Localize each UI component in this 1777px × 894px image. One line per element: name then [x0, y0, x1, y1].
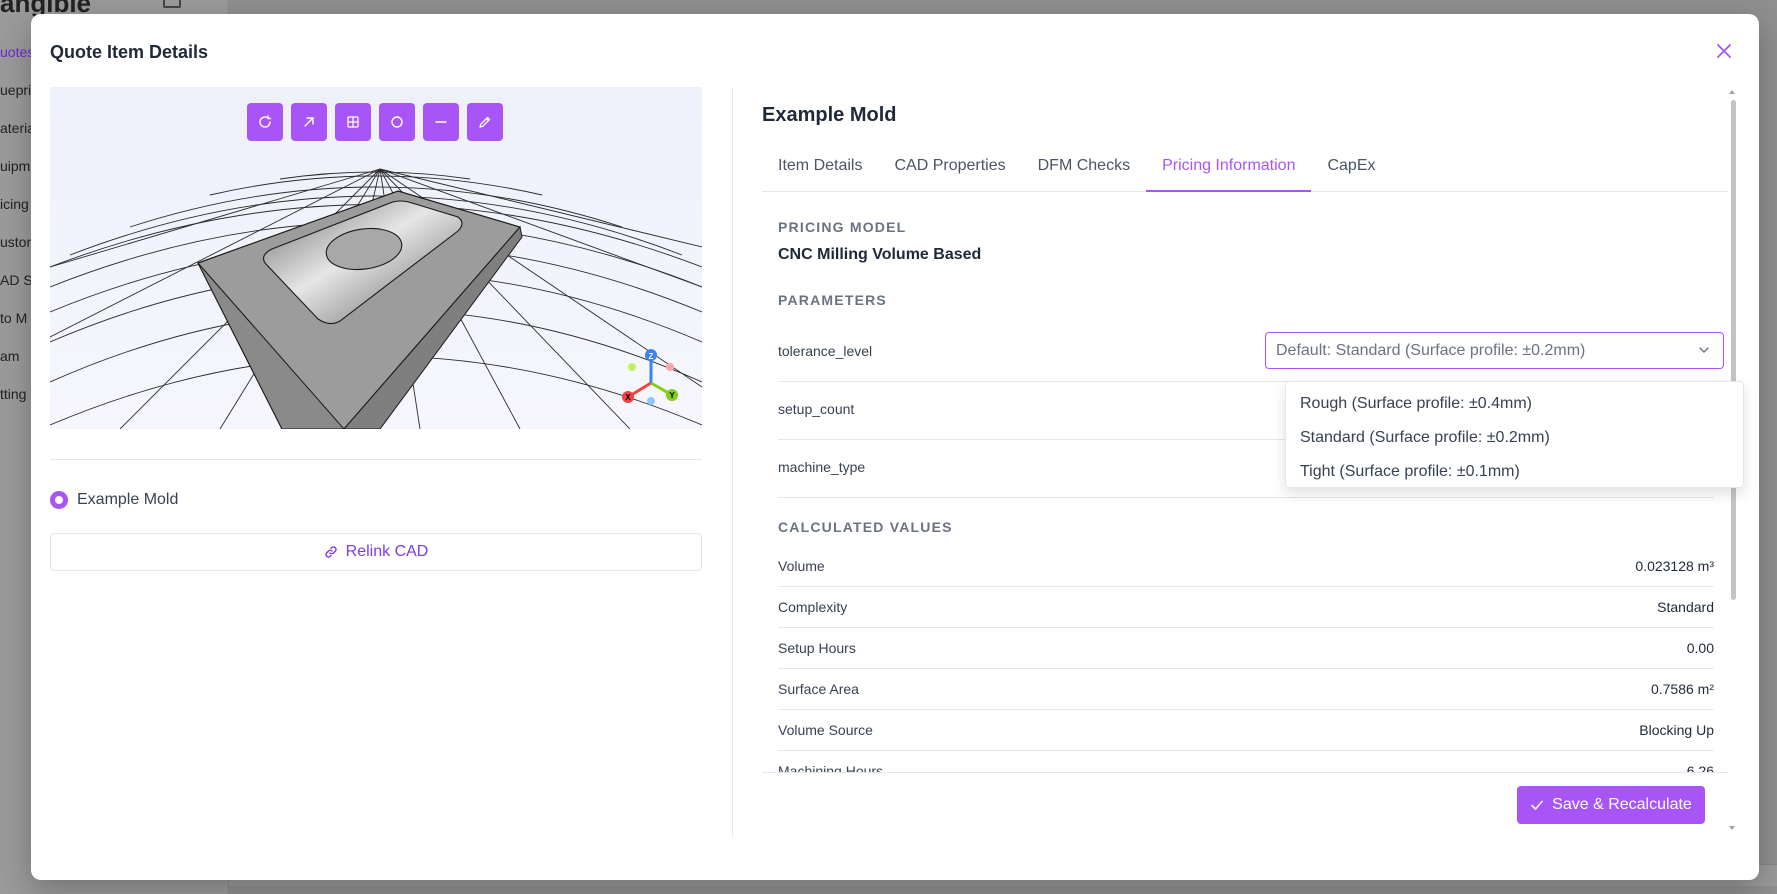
axis-label-x: X	[625, 393, 631, 402]
tolerance-dropdown-menu: Rough (Surface profile: ±0.4mm) Standard…	[1285, 381, 1744, 488]
tab-dfm-checks[interactable]: DFM Checks	[1022, 151, 1146, 192]
pricing-model-value: CNC Milling Volume Based	[778, 246, 982, 263]
param-row-tolerance-level: tolerance_level Default: Standard (Surfa…	[778, 324, 1724, 382]
grid-icon[interactable]	[335, 103, 371, 141]
minus-icon[interactable]	[423, 103, 459, 141]
cad-viewer[interactable]: Z X Y	[50, 87, 702, 429]
save-recalculate-button[interactable]: Save & Recalculate	[1517, 786, 1705, 824]
chevron-down-icon	[1699, 347, 1709, 353]
relink-cad-button[interactable]: Relink CAD	[50, 533, 702, 571]
viewer-divider	[50, 459, 702, 460]
calc-value: Blocking Up	[1639, 722, 1714, 738]
axis-label-y: Y	[669, 391, 675, 400]
sidebar-toggle-icon	[163, 0, 181, 8]
calc-name: Complexity	[778, 599, 848, 615]
calc-value: 0.00	[1686, 640, 1714, 656]
param-name: machine_type	[778, 459, 866, 475]
link-icon	[324, 546, 337, 558]
tab-capex[interactable]: CapEx	[1311, 151, 1391, 192]
calc-name: Setup Hours	[778, 640, 856, 656]
calc-row: Setup Hours 0.00	[778, 628, 1714, 669]
axis-label-z: Z	[649, 352, 654, 361]
scroll-up-icon[interactable]	[1729, 90, 1735, 94]
calc-name: Surface Area	[778, 681, 859, 697]
check-icon	[1531, 800, 1543, 810]
pane-divider	[732, 87, 733, 837]
parameters-heading: PARAMETERS	[778, 292, 887, 308]
scrollbar-thumb[interactable]	[1731, 100, 1736, 600]
calc-value: 0.023128 m³	[1635, 558, 1714, 574]
pencil-icon[interactable]	[467, 103, 503, 141]
calc-name: Volume	[778, 558, 825, 574]
param-name: setup_count	[778, 401, 855, 417]
relink-cad-label: Relink CAD	[345, 543, 429, 560]
save-recalculate-label: Save & Recalculate	[1552, 796, 1692, 813]
dropdown-option-rough[interactable]: Rough (Surface profile: ±0.4mm)	[1286, 388, 1743, 422]
part-label: Example Mold	[77, 491, 179, 508]
tab-cad-properties[interactable]: CAD Properties	[878, 151, 1021, 192]
tab-pricing-information[interactable]: Pricing Information	[1146, 151, 1312, 192]
calc-value: Standard	[1657, 599, 1714, 615]
circle-icon[interactable]	[379, 103, 415, 141]
calc-row: Volume 0.023128 m³	[778, 546, 1714, 587]
rotate-icon[interactable]	[247, 103, 283, 141]
tab-bar: Item Details CAD Properties DFM Checks P…	[762, 151, 1728, 192]
dropdown-option-standard[interactable]: Standard (Surface profile: ±0.2mm)	[1286, 422, 1743, 456]
quote-item-modal: Quote Item Details Z X Y Example Mold Re…	[31, 14, 1759, 880]
part-radio-option[interactable]: Example Mold	[50, 491, 178, 509]
calc-value: 0.7586 m²	[1650, 681, 1714, 697]
item-title: Example Mold	[762, 104, 897, 126]
tolerance-level-select[interactable]: Default: Standard (Surface profile: ±0.2…	[1265, 332, 1724, 369]
scroll-down-icon[interactable]	[1729, 826, 1735, 830]
arrow-up-right-icon[interactable]	[291, 103, 327, 141]
tab-item-details[interactable]: Item Details	[762, 151, 878, 192]
pricing-model-heading: PRICING MODEL	[778, 219, 907, 235]
dropdown-option-tight[interactable]: Tight (Surface profile: ±0.1mm)	[1286, 456, 1743, 490]
modal-title: Quote Item Details	[50, 42, 209, 62]
close-icon[interactable]	[1713, 40, 1735, 62]
calc-name: Volume Source	[778, 722, 873, 738]
axis-gizmo: Z X Y	[622, 349, 678, 405]
viewer-toolbar	[247, 103, 503, 141]
select-value: Default: Standard (Surface profile: ±0.2…	[1276, 342, 1586, 359]
radio-selected[interactable]	[50, 491, 68, 509]
calculated-values-heading: CALCULATED VALUES	[778, 519, 953, 535]
param-name: tolerance_level	[778, 343, 873, 359]
calc-row: Surface Area 0.7586 m²	[778, 669, 1714, 710]
calc-row: Volume Source Blocking Up	[778, 710, 1714, 751]
calc-row: Complexity Standard	[778, 587, 1714, 628]
